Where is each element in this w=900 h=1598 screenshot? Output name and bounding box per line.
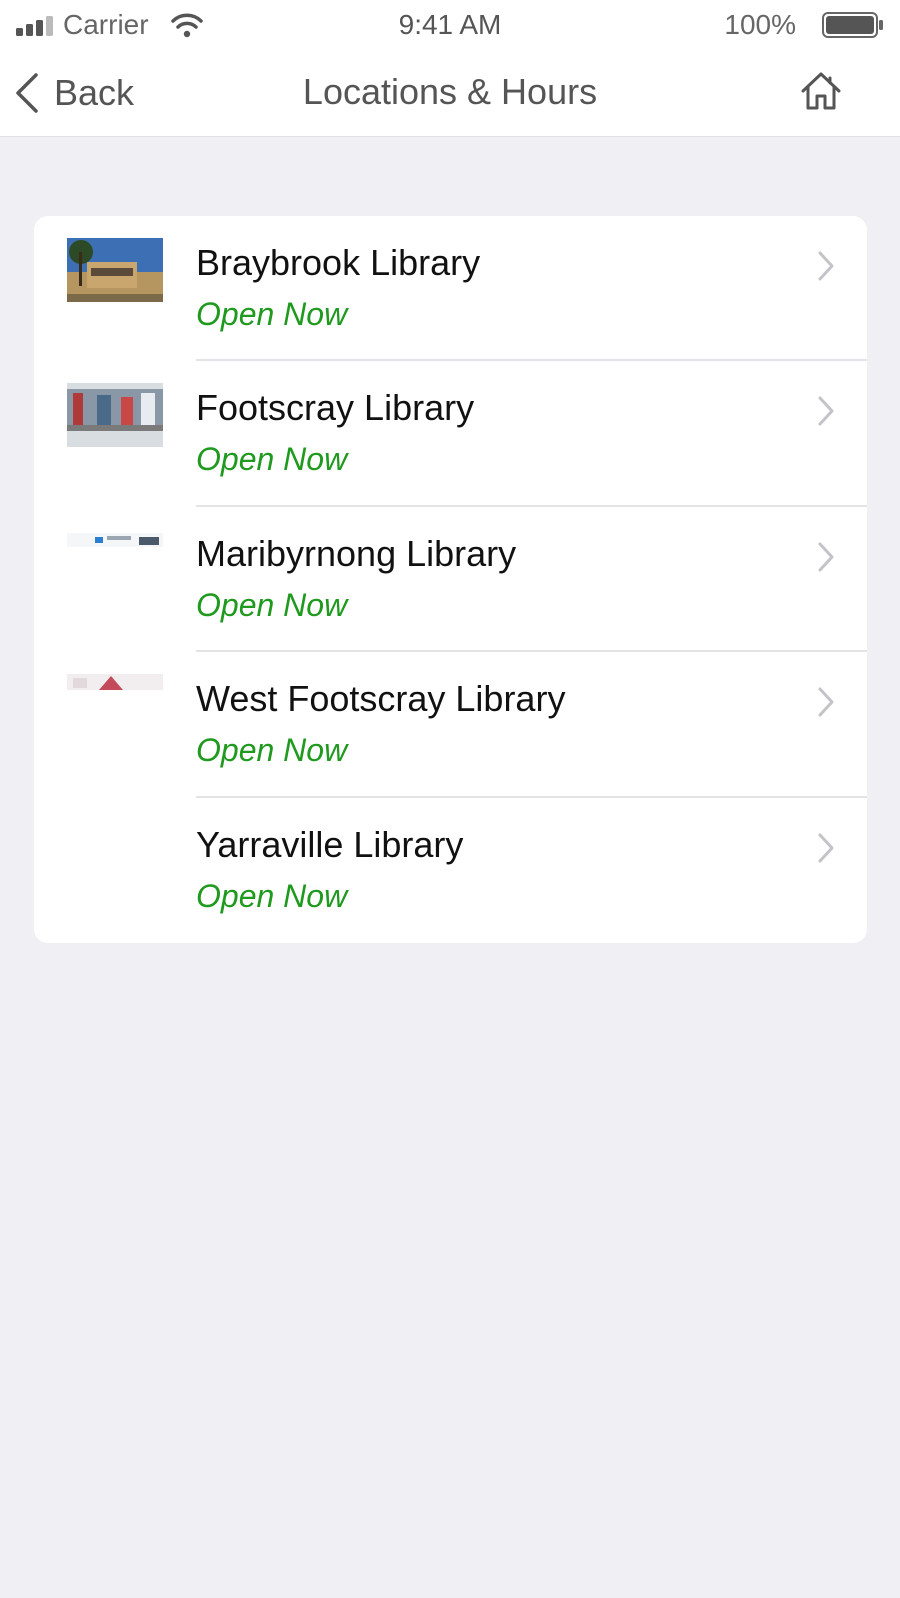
- library-name: West Footscray Library: [196, 678, 566, 720]
- open-status: Open Now: [196, 296, 348, 332]
- open-status: Open Now: [196, 441, 348, 478]
- list-item-braybrook-library[interactable]: Braybrook Library Open Now: [34, 216, 867, 362]
- chevron-right-icon: [818, 687, 834, 717]
- page-title: Locations & Hours: [302, 71, 598, 112]
- open-status: Open Now: [196, 877, 348, 914]
- chevron-right-icon: [818, 251, 834, 281]
- battery-percentage: 100%: [724, 9, 796, 40]
- chevron-right-icon: [818, 833, 834, 863]
- list-item-west-footscray-library[interactable]: West Footscray Library Open Now: [34, 652, 867, 798]
- battery-icon: [822, 12, 883, 38]
- status-bar: Carrier 9:41 AM 100%: [0, 0, 900, 52]
- library-thumbnail: [67, 674, 163, 691]
- library-name: Footscray Library: [196, 387, 475, 429]
- library-thumbnail: [67, 383, 163, 448]
- chevron-right-icon: [818, 542, 834, 572]
- locations-list: Braybrook Library Open Now Footscray Lib…: [34, 216, 867, 943]
- list-item-maribyrnong-library[interactable]: Maribyrnong Library Open Now: [34, 507, 867, 653]
- library-thumbnail: [67, 238, 163, 302]
- top-bar: Carrier 9:41 AM 100% Back Locations & Ho…: [0, 0, 900, 137]
- list-item-footscray-library[interactable]: Footscray Library Open Now: [34, 361, 867, 507]
- open-status: Open Now: [196, 586, 348, 623]
- list-item-yarraville-library[interactable]: Yarraville Library Open Now: [34, 798, 867, 943]
- library-name: Maribyrnong Library: [196, 532, 517, 574]
- chevron-right-icon: [818, 396, 834, 426]
- home-icon[interactable]: [800, 70, 842, 112]
- open-status: Open Now: [196, 732, 348, 769]
- library-thumbnail: [67, 532, 163, 547]
- library-name: Braybrook Library: [196, 242, 481, 283]
- library-name: Yarraville Library: [196, 823, 464, 865]
